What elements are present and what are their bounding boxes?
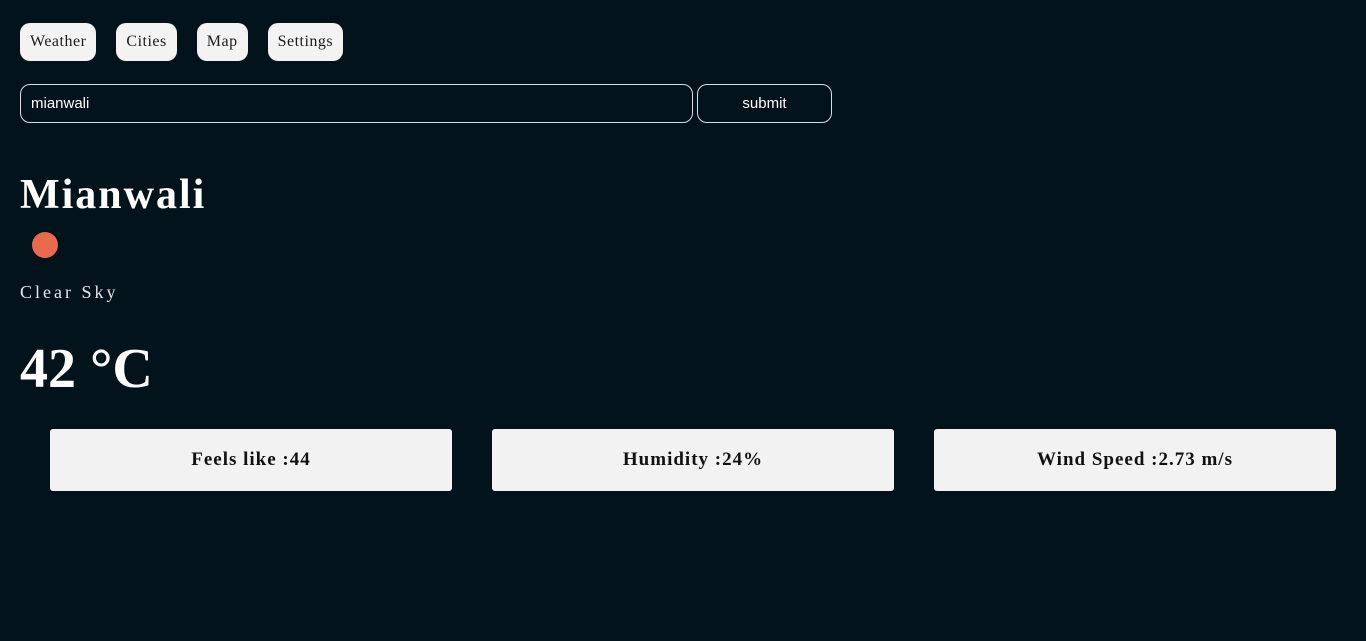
humidity-card: Humidity :24%	[492, 429, 894, 491]
stats-cards: Feels like :44 Humidity :24% Wind Speed …	[50, 429, 1336, 491]
nav-settings-button[interactable]: Settings	[267, 23, 344, 61]
nav-weather-button[interactable]: Weather	[20, 23, 97, 61]
feels-like-card: Feels like :44	[50, 429, 452, 491]
sun-icon	[32, 232, 58, 258]
top-nav: Weather Cities Map Settings	[20, 23, 344, 61]
city-search-input[interactable]	[20, 84, 693, 123]
weather-condition: Clear Sky	[20, 282, 119, 302]
wind-speed-card: Wind Speed :2.73 m/s	[934, 429, 1336, 491]
search-bar: submit	[20, 84, 832, 123]
nav-map-button[interactable]: Map	[196, 23, 248, 61]
nav-cities-button[interactable]: Cities	[116, 23, 177, 61]
temperature: 42 °C	[20, 338, 153, 400]
city-name: Mianwali	[20, 172, 207, 218]
submit-button[interactable]: submit	[697, 84, 832, 123]
